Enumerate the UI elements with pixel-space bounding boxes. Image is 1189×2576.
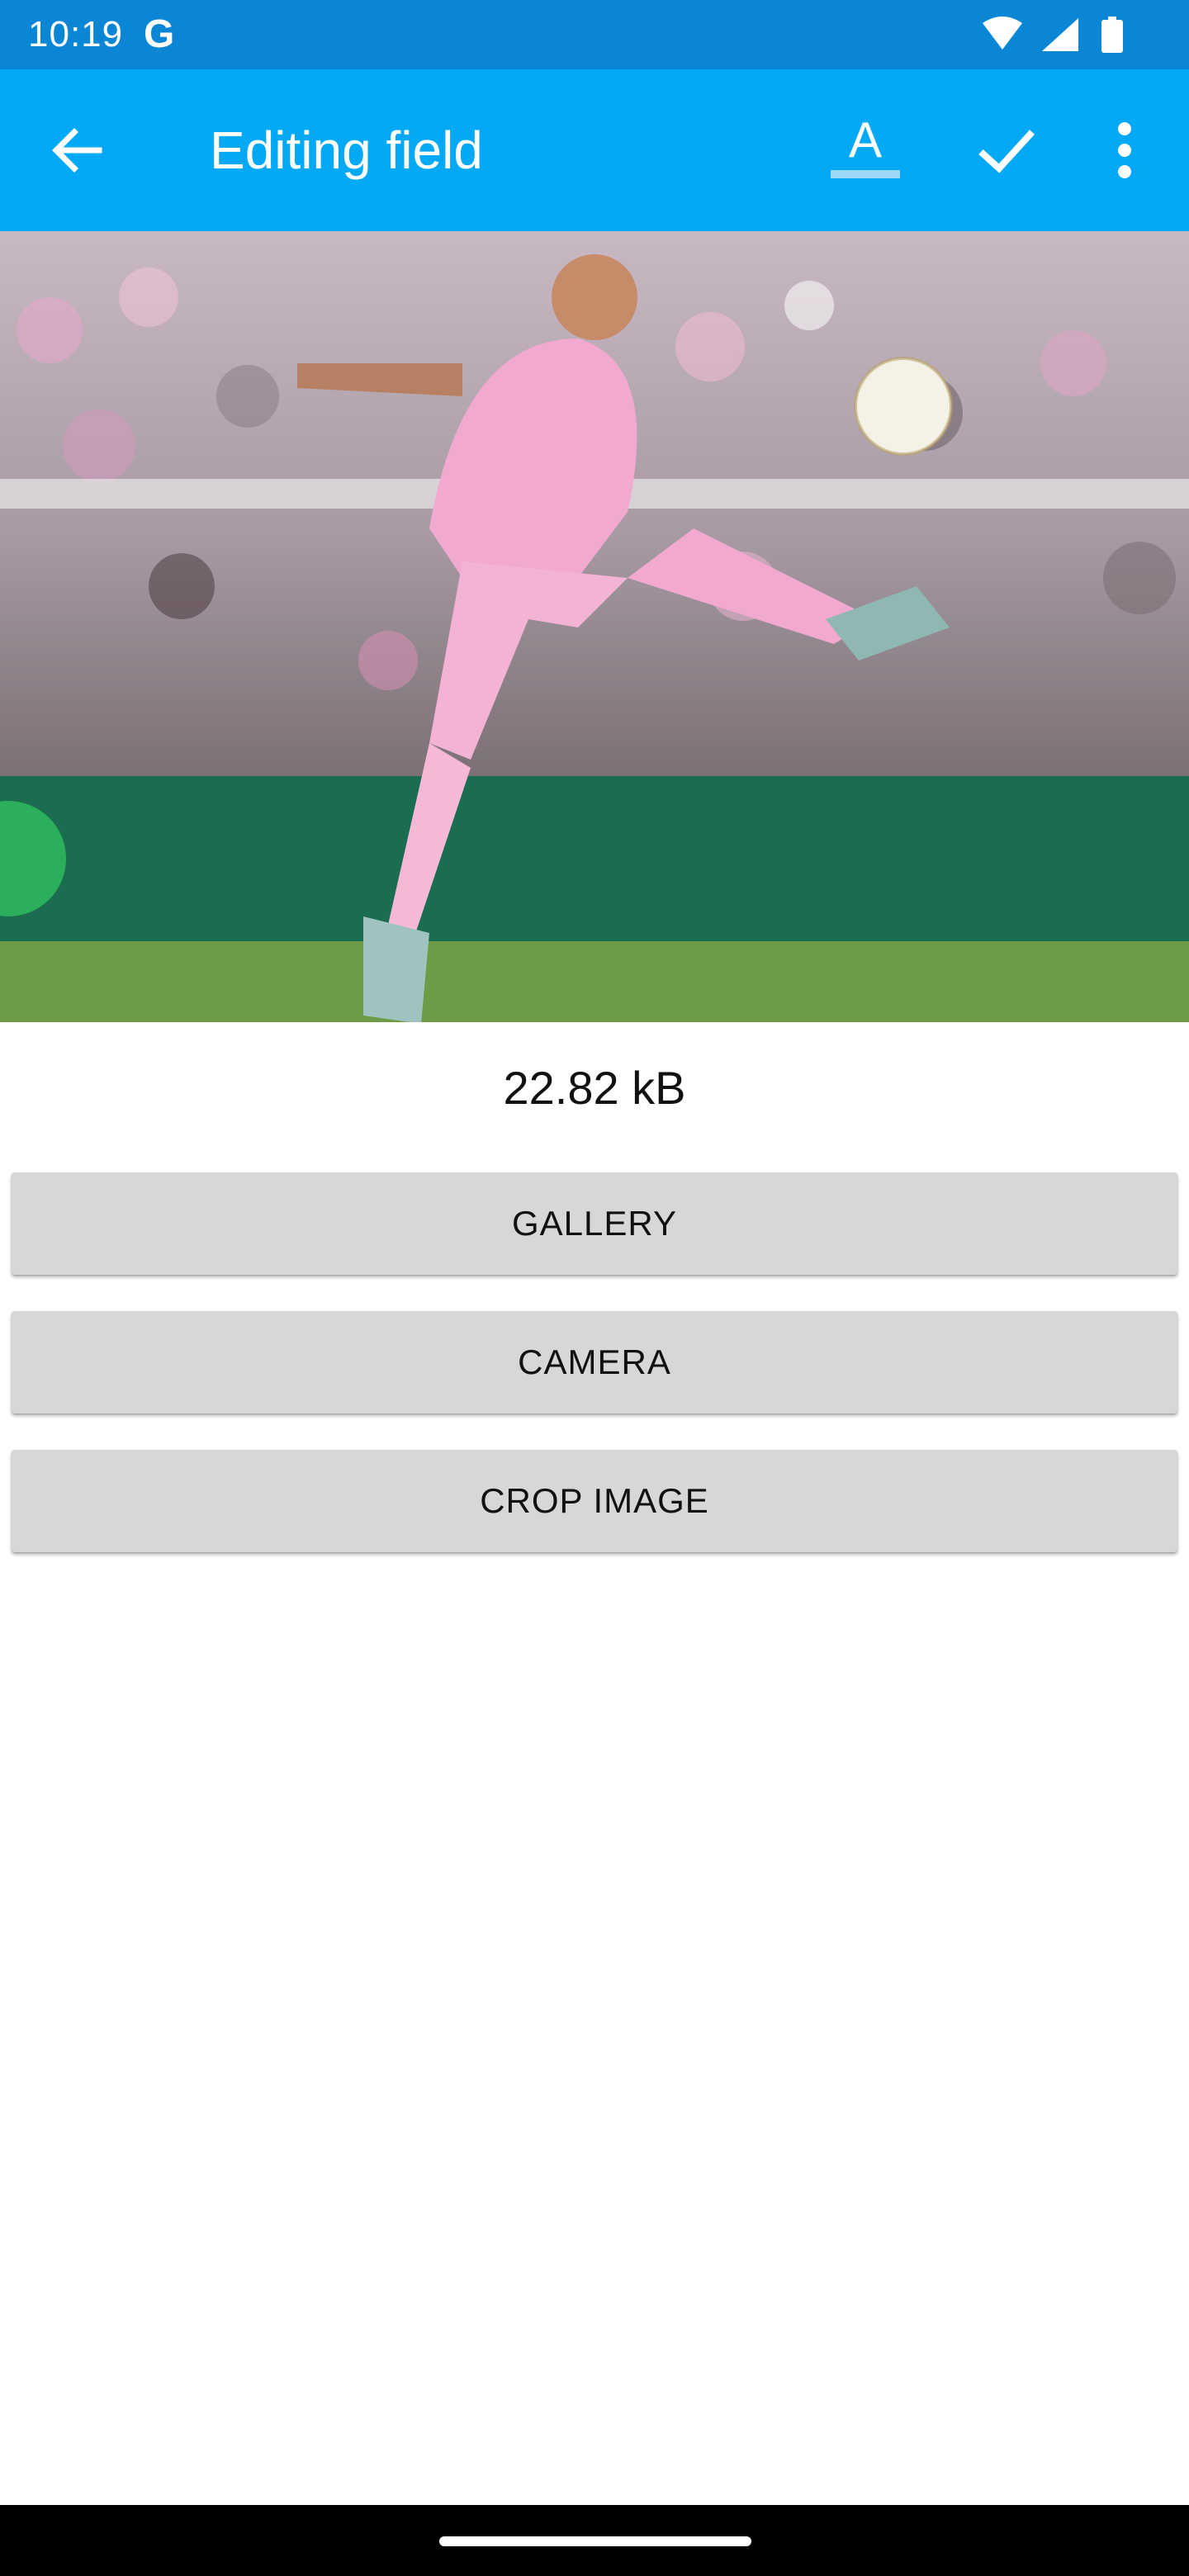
- crop-image-button[interactable]: CROP IMAGE: [12, 1450, 1177, 1552]
- camera-button[interactable]: CAMERA: [12, 1311, 1177, 1413]
- gallery-button[interactable]: GALLERY: [12, 1172, 1177, 1275]
- page-title: Editing field: [210, 121, 483, 180]
- advertising-board: [0, 776, 1189, 941]
- text-format-icon: A: [831, 112, 900, 178]
- app-bar: Editing field A: [0, 69, 1189, 231]
- more-vert-icon: [1118, 122, 1131, 178]
- wifi-icon: [983, 17, 1022, 50]
- check-icon: [978, 130, 1035, 173]
- pitch-grass: [0, 941, 1189, 1022]
- arrow-back-icon: [52, 128, 102, 173]
- svg-text:A: A: [849, 112, 882, 168]
- status-time: 10:19: [28, 14, 124, 54]
- back-button[interactable]: [40, 111, 119, 190]
- status-bar: 10:19 G: [0, 0, 1189, 69]
- file-size-label: 22.82 kB: [503, 1062, 686, 1114]
- home-gesture-handle[interactable]: [439, 2536, 751, 2546]
- battery-icon: [1101, 17, 1123, 53]
- photo-preview[interactable]: [0, 231, 1189, 1022]
- cellular-signal-icon: [1042, 18, 1078, 51]
- more-options-button[interactable]: [1101, 109, 1148, 192]
- navigation-bar: [0, 2505, 1189, 2576]
- status-icons: [983, 17, 1123, 53]
- text-format-button[interactable]: A: [826, 109, 905, 192]
- google-icon: G: [144, 12, 175, 56]
- save-check-button[interactable]: [964, 109, 1047, 192]
